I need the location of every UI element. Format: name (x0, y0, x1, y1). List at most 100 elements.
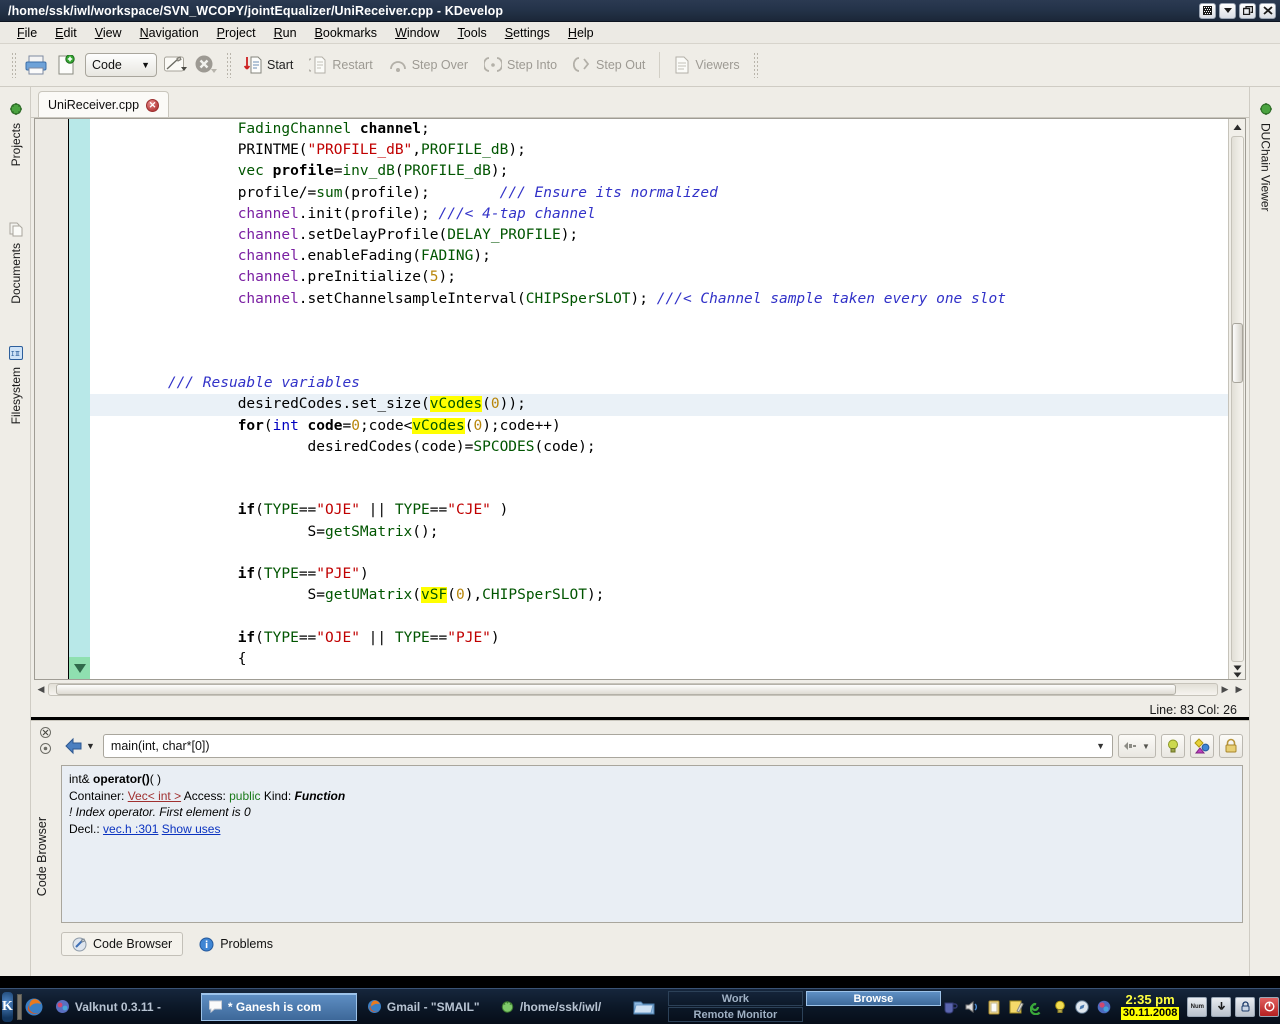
clock[interactable]: 2:35 pm 30.11.2008 (1120, 993, 1180, 1020)
chevron-down-icon[interactable]: ▼ (86, 741, 95, 751)
coffee-icon[interactable] (941, 998, 959, 1016)
show-uses-link[interactable]: Show uses (162, 822, 221, 836)
lock-screen-button[interactable] (1235, 996, 1256, 1017)
clipboard-icon[interactable] (985, 998, 1003, 1016)
kmenu-button[interactable]: K (2, 991, 13, 1022)
scroll-up-button[interactable] (1229, 119, 1246, 135)
declaration-combo[interactable]: main(int, char*[0]) ▼ (102, 734, 1113, 758)
toolbar-grip-3[interactable] (752, 52, 758, 78)
viewers-button[interactable]: Viewers (666, 52, 747, 78)
close-tool-icon[interactable] (37, 725, 53, 739)
menu-tools[interactable]: Tools (449, 24, 496, 42)
new-file-icon[interactable] (51, 50, 81, 80)
menu-window[interactable]: Window (386, 24, 448, 42)
editor-horizontal-scrollbar[interactable]: ◀ ▶ ▶ (34, 681, 1246, 698)
hscroll-right-button[interactable]: ▶ (1218, 682, 1232, 697)
document-tab-unireceiver[interactable]: UniReceiver.cpp ✕ (38, 91, 170, 118)
compass-icon[interactable] (1073, 998, 1091, 1016)
menu-settings[interactable]: Settings (496, 24, 559, 42)
code-token: == (298, 565, 317, 582)
desktop-browse-button[interactable]: Browse (805, 991, 941, 1006)
chevron-down-icon[interactable]: ▼ (1096, 741, 1105, 751)
amarok-icon[interactable] (1095, 998, 1113, 1016)
spiral-icon[interactable] (1029, 998, 1047, 1016)
menu-file[interactable]: File (8, 24, 46, 42)
maximize-button[interactable] (1239, 2, 1256, 19)
code-token: == (429, 502, 448, 519)
menu-edit[interactable]: Edit (46, 24, 86, 42)
download-indicator[interactable] (1211, 996, 1232, 1017)
hscroll-thumb[interactable] (56, 684, 1176, 695)
close-button[interactable] (1259, 2, 1276, 19)
scroll-down-arrow-icon[interactable] (69, 657, 90, 679)
task-valknut[interactable]: Valknut 0.3.11 - (48, 993, 198, 1021)
menu-view[interactable]: View (86, 24, 131, 42)
problems-icon (199, 937, 214, 951)
launch-configuration-combo[interactable]: Code ▼ (85, 53, 157, 77)
menu-help[interactable]: Help (559, 24, 603, 42)
configure-launches-icon[interactable] (161, 50, 191, 80)
task-file-manager[interactable] (626, 993, 662, 1021)
task-ganesh-chat[interactable]: * Ganesh is com (200, 992, 357, 1021)
code-token: PRINTME( (237, 142, 308, 159)
code-token: getUMatrix (324, 587, 413, 604)
code-text-area[interactable]: FadingChannel channel; PRINTME("PROFILE_… (90, 119, 1228, 679)
code-token: .setChannelsampleInterval( (298, 290, 526, 307)
navigation-mode-button[interactable]: ▼ (1118, 734, 1156, 758)
code-token: ); (560, 226, 579, 243)
numlock-indicator[interactable]: Num (1187, 996, 1208, 1017)
lock-current-view-button[interactable] (1219, 734, 1243, 758)
tab-problems[interactable]: Problems (189, 932, 283, 956)
tool-options-icon[interactable] (37, 741, 53, 755)
step-out-button[interactable]: Step Out (565, 52, 653, 78)
sidebar-item-projects[interactable]: Projects (0, 95, 31, 172)
toolbar-grip-2[interactable] (226, 52, 231, 78)
editor-icon-border[interactable] (35, 119, 69, 679)
code-line: desiredCodes(code)=SPCODES(code); (90, 437, 1228, 458)
editor-annotation-border[interactable] (69, 119, 90, 679)
desktop-pager[interactable] (16, 993, 22, 1020)
restart-button[interactable]: Restart (301, 52, 380, 78)
quick-open-button[interactable] (1161, 734, 1185, 758)
tab-close-icon[interactable]: ✕ (146, 98, 160, 112)
container-link[interactable]: Vec< int > (128, 789, 181, 803)
hscroll-right-button-2[interactable]: ▶ (1232, 682, 1246, 697)
code-line: desiredCodes.set_size(vCodes(0)); (90, 394, 1228, 416)
sidebar-item-duchain-viewer[interactable]: DUChain Viewer (1250, 95, 1280, 217)
desktop-work-button[interactable]: Work (667, 991, 803, 1006)
desktop-remote-monitor-button[interactable]: Remote Monitor (667, 1007, 803, 1022)
volume-icon[interactable] (963, 998, 981, 1016)
code-token: /// Resuable variables (167, 375, 360, 392)
scrollbar-track[interactable] (1230, 136, 1244, 662)
task-gmail[interactable]: Gmail - "SMAIL" (360, 993, 490, 1021)
menu-bookmarks[interactable]: Bookmarks (306, 24, 387, 42)
decl-file-link[interactable]: vec.h :301 (103, 822, 158, 836)
back-button[interactable]: ▼ (61, 734, 98, 758)
task-konqueror[interactable]: /home/ssk/iwl/ (493, 993, 623, 1021)
notes-icon[interactable] (1007, 998, 1025, 1016)
chevron-down-icon[interactable]: ▼ (1142, 742, 1150, 751)
logout-button[interactable] (1259, 996, 1280, 1017)
shade-button[interactable] (1219, 2, 1236, 19)
menu-run[interactable]: Run (265, 24, 306, 42)
menu-project[interactable]: Project (208, 24, 265, 42)
step-into-button[interactable]: Step Into (476, 52, 565, 78)
start-button[interactable]: Start (236, 52, 301, 78)
step-over-button[interactable]: Step Over (381, 52, 476, 78)
hscroll-left-button[interactable]: ◀ (34, 682, 48, 697)
menu-navigation[interactable]: Navigation (131, 24, 208, 42)
toolbar-grip[interactable] (11, 52, 16, 78)
hscroll-track[interactable] (48, 683, 1218, 696)
scroll-down-button-pair[interactable] (1229, 663, 1246, 679)
code-editor[interactable]: FadingChannel channel; PRINTME("PROFILE_… (34, 118, 1246, 680)
editor-vertical-scrollbar[interactable] (1228, 119, 1245, 679)
sidebar-item-documents[interactable]: Documents (0, 215, 31, 310)
printer-icon[interactable] (21, 50, 51, 80)
firefox-launcher[interactable] (24, 992, 44, 1022)
sticky-button[interactable] (1199, 2, 1216, 19)
sidebar-item-filesystem[interactable]: Filesystem II I (0, 339, 31, 430)
bulb-icon[interactable] (1051, 998, 1069, 1016)
tab-code-browser[interactable]: Code Browser (61, 932, 184, 956)
scrollbar-thumb[interactable] (1231, 323, 1243, 383)
show-uses-button[interactable] (1190, 734, 1214, 758)
